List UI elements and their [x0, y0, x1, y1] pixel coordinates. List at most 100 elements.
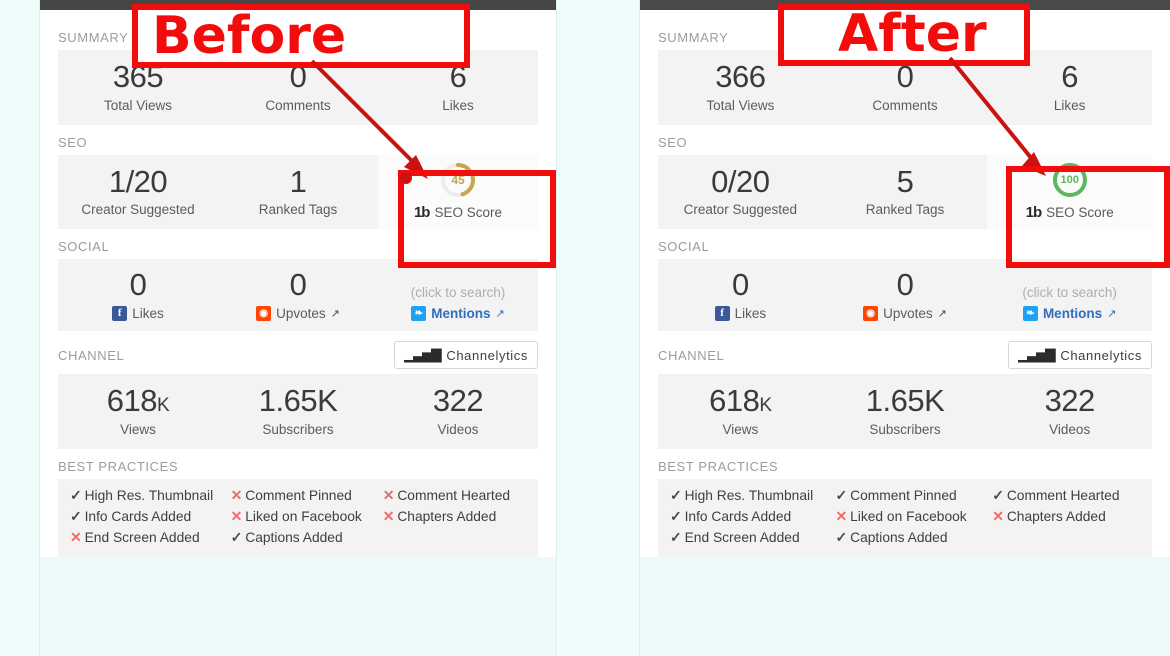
- external-link-icon: ↗: [495, 308, 505, 321]
- social-value: 0: [129, 267, 147, 303]
- best-practice-label: Liked on Facebook: [850, 508, 967, 524]
- seo-value: 5: [896, 163, 914, 199]
- best-practice-item: ✕ Liked on Facebook: [836, 509, 987, 525]
- check-icon: ✓: [70, 487, 82, 503]
- section-label-best-practices: BEST PRACTICES: [58, 458, 179, 474]
- check-icon: ✓: [230, 529, 243, 545]
- check-icon: ✓: [670, 508, 682, 524]
- cross-icon: ✕: [382, 487, 395, 503]
- channel-value: 322: [1044, 383, 1096, 419]
- best-practice-item: ✓ Info Cards Added: [70, 509, 225, 525]
- best-practice-label: Liked on Facebook: [245, 508, 362, 524]
- check-icon: ✓: [670, 487, 682, 503]
- check-icon: ✓: [70, 508, 82, 524]
- cross-icon: ✕: [835, 508, 848, 524]
- section-label-channel-row: CHANNEL ▁▃▅▇ Channelytics: [658, 341, 1152, 370]
- best-practice-item: ✕ Comment Hearted: [383, 488, 526, 504]
- best-practice-label: High Res. Thumbnail: [684, 487, 814, 503]
- best-practice-item: ✓ Captions Added: [231, 530, 377, 546]
- reddit-icon: ◉: [863, 306, 879, 322]
- channel-caption: Subscribers: [262, 421, 334, 437]
- best-practice-item: ✓ High Res. Thumbnail: [70, 488, 225, 504]
- social-footer: f Likes: [112, 306, 164, 322]
- after-callout-label: After: [838, 4, 987, 64]
- best-practice-item: ✕ Comment Pinned: [231, 488, 377, 504]
- social-cell[interactable]: (click to search) ❧ Mentions ↗: [378, 259, 538, 331]
- bar-chart-icon: ▁▃▅▇: [404, 347, 441, 363]
- best-practice-label: High Res. Thumbnail: [84, 487, 214, 503]
- social-value: 0: [731, 267, 749, 303]
- best-practice-label: Comment Pinned: [245, 487, 352, 503]
- channel-caption: Subscribers: [869, 421, 941, 437]
- social-footer: ◉ Upvotes ↗: [256, 306, 340, 322]
- best-practice-item: ✓ High Res. Thumbnail: [670, 488, 830, 504]
- best-practice-item: ✓ Comment Pinned: [836, 488, 987, 504]
- before-seo-highlight-box: [398, 170, 556, 268]
- seo-cell: 1 Ranked Tags: [218, 155, 378, 230]
- channelytics-button-label: Channelytics: [446, 347, 528, 363]
- channel-cell: 322 Videos: [378, 374, 538, 449]
- best-practice-label: Captions Added: [850, 529, 948, 545]
- summary-caption: Total Views: [103, 97, 173, 113]
- seo-cell: 5 Ranked Tags: [823, 155, 988, 230]
- cross-icon: ✕: [70, 529, 82, 545]
- channelytics-button[interactable]: ▁▃▅▇ Channelytics: [394, 341, 538, 370]
- check-icon: ✓: [835, 529, 848, 545]
- social-caption: Mentions: [431, 306, 491, 322]
- social-footer: ❧ Mentions ↗: [1022, 306, 1116, 322]
- cross-icon: ✕: [992, 508, 1004, 524]
- left-gutter: [0, 0, 40, 656]
- best-practice-label: Comment Pinned: [850, 487, 957, 503]
- seo-cell: 0/20 Creator Suggested: [658, 155, 823, 230]
- best-practice-item: ✕ Chapters Added: [992, 509, 1140, 525]
- section-label-channel-row: CHANNEL ▁▃▅▇ Channelytics: [58, 341, 538, 370]
- channel-value-suffix: K: [759, 395, 772, 417]
- channel-value: 618K: [106, 383, 170, 419]
- channelytics-button[interactable]: ▁▃▅▇ Channelytics: [1008, 341, 1152, 370]
- channel-caption: Videos: [437, 421, 479, 437]
- summary-caption: Likes: [442, 97, 474, 113]
- channel-value: 1.65K: [865, 383, 945, 419]
- best-practice-item: ✓ End Screen Added: [670, 530, 830, 546]
- best-practice-label: End Screen Added: [84, 529, 200, 545]
- channel-cell: 1.65K Subscribers: [823, 374, 988, 449]
- comparison-stage: SUMMARY 365 Total Views 0 Comments 6 Likes SEO 1…: [0, 0, 1170, 656]
- section-label-channel: CHANNEL: [658, 347, 725, 363]
- twitter-icon: ❧: [411, 306, 427, 322]
- best-practice-label: Chapters Added: [397, 508, 497, 524]
- best-practice-item: ✓ Info Cards Added: [670, 509, 830, 525]
- seo-caption: Ranked Tags: [865, 202, 945, 218]
- channel-value: 1.65K: [258, 383, 338, 419]
- social-cell[interactable]: 0 ◉ Upvotes ↗: [218, 259, 378, 331]
- social-cell[interactable]: 0 ◉ Upvotes ↗: [823, 259, 988, 331]
- seo-cell: 1/20 Creator Suggested: [58, 155, 218, 230]
- facebook-icon: f: [112, 306, 128, 322]
- best-practice-item: ✓ Captions Added: [836, 530, 987, 546]
- seo-value: 0/20: [711, 163, 770, 199]
- social-cell[interactable]: 0 f Likes: [58, 259, 218, 331]
- panel-body-after: SUMMARY 366 Total Views 0 Comments 6 Likes SEO 0…: [640, 10, 1170, 557]
- social-value: 0: [896, 267, 914, 303]
- external-link-icon: ↗: [937, 308, 947, 321]
- section-label-best-practices: BEST PRACTICES: [658, 458, 779, 474]
- channel-card: 618K Views 1.65K Subscribers 322 Videos: [58, 374, 538, 449]
- cross-icon: ✕: [230, 487, 243, 503]
- channel-caption: Videos: [1049, 421, 1091, 437]
- social-cell[interactable]: (click to search) ❧ Mentions ↗: [987, 259, 1152, 331]
- channel-caption: Views: [722, 421, 759, 437]
- summary-caption: Comments: [265, 97, 331, 113]
- before-callout-label: Before: [152, 6, 347, 66]
- cross-icon: ✕: [230, 508, 243, 524]
- channel-value-suffix: K: [157, 395, 170, 417]
- social-caption: Upvotes: [276, 306, 326, 322]
- channelytics-button-label: Channelytics: [1060, 347, 1142, 363]
- section-label-seo: SEO: [58, 134, 88, 150]
- best-practice-label: Info Cards Added: [684, 508, 792, 524]
- best-practice-item: ✕ Chapters Added: [383, 509, 526, 525]
- seo-caption: Creator Suggested: [683, 202, 797, 218]
- channel-cell: 618K Views: [658, 374, 823, 449]
- social-cell[interactable]: 0 f Likes: [658, 259, 823, 331]
- before-arrow-dot: [400, 172, 412, 184]
- social-caption: Likes: [734, 306, 767, 322]
- seo-caption: Creator Suggested: [81, 202, 195, 218]
